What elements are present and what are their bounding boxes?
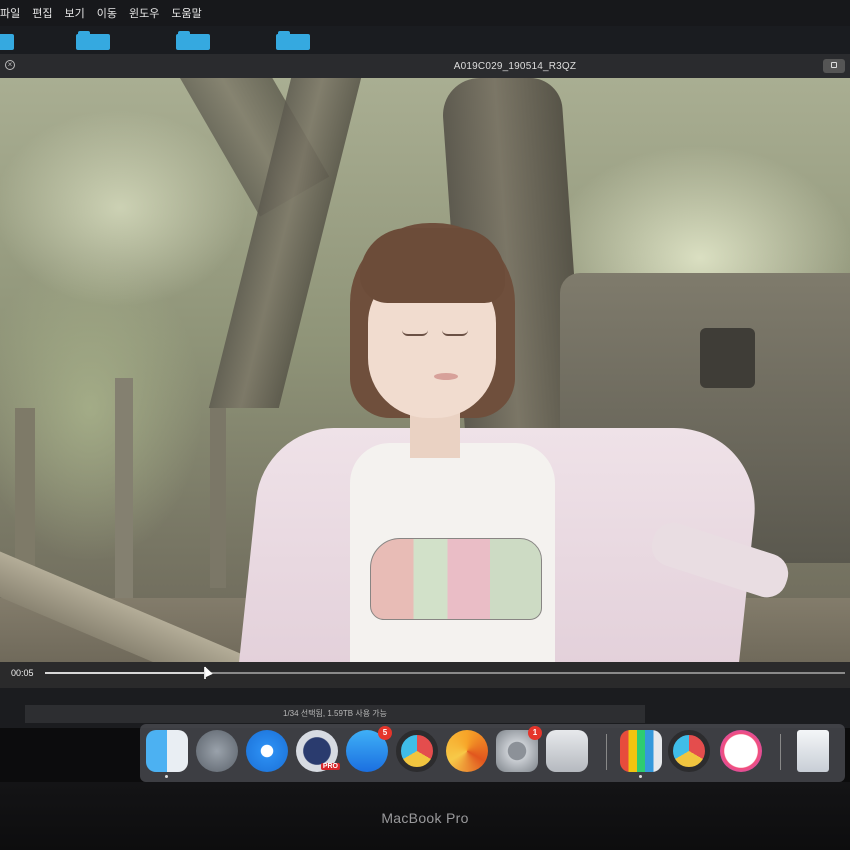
notification-badge: 5 bbox=[378, 726, 392, 740]
infuse-icon[interactable] bbox=[446, 730, 488, 772]
playback-scrubber: 00:05 bbox=[0, 662, 850, 688]
device-brand: MacBook Pro bbox=[381, 810, 469, 826]
dock-separator bbox=[780, 734, 781, 770]
mouse-cursor-icon bbox=[201, 664, 213, 678]
document-icon[interactable] bbox=[797, 730, 829, 772]
davinci-resolve-icon[interactable] bbox=[668, 730, 710, 772]
video-subject bbox=[236, 218, 794, 668]
finder-status-bar: 1/34 선택됨, 1.59TB 사용 가능 bbox=[25, 705, 645, 723]
dock: PRO 5 1 bbox=[140, 724, 845, 782]
folder-icon[interactable] bbox=[76, 31, 110, 50]
running-indicator bbox=[639, 775, 642, 778]
current-time: 00:05 bbox=[11, 668, 34, 678]
menu-edit[interactable]: 편집 bbox=[26, 5, 58, 21]
menu-file[interactable]: 파일 bbox=[0, 5, 26, 21]
running-indicator bbox=[165, 775, 168, 778]
notification-badge: 1 bbox=[528, 726, 542, 740]
share-icon[interactable] bbox=[823, 59, 845, 73]
bar-chart-icon[interactable] bbox=[620, 730, 662, 778]
shirt-print bbox=[370, 538, 542, 620]
itunes-icon[interactable] bbox=[720, 730, 762, 772]
davinci-resolve-icon[interactable] bbox=[396, 730, 438, 772]
folder-icon[interactable] bbox=[176, 31, 210, 50]
video-window-titlebar: × A019C029_190514_R3QZ bbox=[0, 54, 850, 79]
folder-icon[interactable] bbox=[0, 34, 14, 50]
pro-tag: PRO bbox=[320, 763, 340, 770]
menu-view[interactable]: 보기 bbox=[59, 5, 91, 21]
menu-help[interactable]: 도움말 bbox=[165, 5, 207, 21]
launchpad-icon[interactable] bbox=[196, 730, 238, 772]
window-title: A019C029_190514_R3QZ bbox=[453, 61, 577, 72]
folder-icon[interactable] bbox=[276, 31, 310, 50]
menu-go[interactable]: 이동 bbox=[91, 5, 123, 21]
timeline-track[interactable] bbox=[45, 667, 845, 679]
menu-window[interactable]: 윈도우 bbox=[123, 5, 165, 21]
menu-bar: 파일 편집 보기 이동 윈도우 도움말 bbox=[0, 0, 850, 26]
finder-folder-strip bbox=[0, 26, 850, 54]
disk-utility-icon[interactable] bbox=[546, 730, 588, 772]
safari-icon[interactable] bbox=[246, 730, 288, 772]
app-store-icon[interactable]: 5 bbox=[346, 726, 392, 772]
dock-separator bbox=[606, 734, 607, 770]
timeline-progress bbox=[45, 672, 205, 674]
system-preferences-icon[interactable]: 1 bbox=[496, 726, 542, 772]
video-frame[interactable] bbox=[0, 78, 850, 668]
final-cut-pro-icon[interactable]: PRO bbox=[296, 730, 340, 772]
finder-icon[interactable] bbox=[146, 730, 188, 778]
